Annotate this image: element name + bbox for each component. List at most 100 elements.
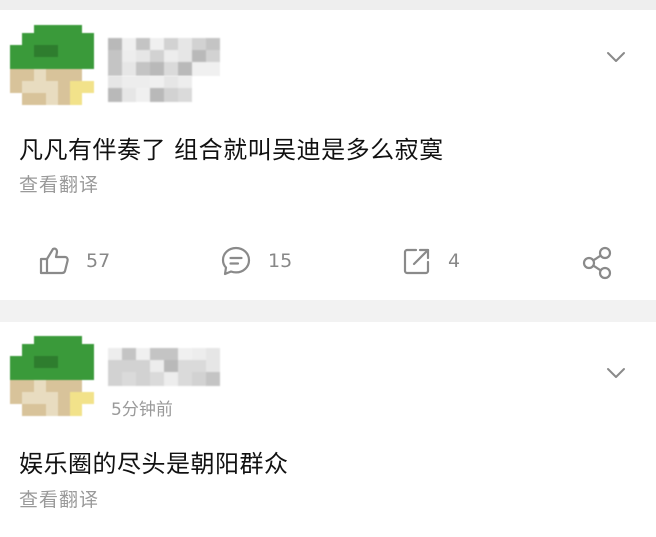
avatar-pixel xyxy=(82,356,94,368)
mosaic-block xyxy=(150,88,164,102)
avatar-pixel xyxy=(58,57,70,69)
avatar-pixel xyxy=(58,33,70,45)
avatar-pixel xyxy=(22,57,34,69)
avatar-pixel xyxy=(70,368,82,380)
avatar-pixel xyxy=(58,404,70,416)
username-pixelated[interactable] xyxy=(108,38,220,76)
mosaic-block xyxy=(164,88,178,102)
translate-link[interactable]: 查看翻译 xyxy=(19,485,99,512)
avatar-pixel xyxy=(10,368,22,380)
mosaic-block xyxy=(164,62,178,76)
mosaic-block xyxy=(122,88,136,102)
username-pixelated[interactable] xyxy=(108,348,220,386)
avatar-pixel xyxy=(10,69,22,81)
mosaic-block xyxy=(164,372,178,386)
share-icon[interactable] xyxy=(580,246,614,280)
avatar-pixel xyxy=(46,368,58,380)
avatar-pixel xyxy=(10,57,22,69)
mosaic-block xyxy=(136,88,150,102)
avatar-pixel xyxy=(34,336,46,344)
comment-card: 5分钟前 娱乐圈的尽头是朝阳群众 查看翻译 xyxy=(0,322,656,537)
like-button[interactable]: 57 xyxy=(38,241,110,281)
avatar-pixel xyxy=(70,25,82,33)
avatar-pixel xyxy=(70,45,82,57)
avatar-pixel xyxy=(22,81,34,93)
avatar-pixel xyxy=(22,380,34,392)
avatar-pixel xyxy=(82,392,94,404)
avatar-pixel xyxy=(58,69,70,81)
avatar-pixel xyxy=(70,392,82,404)
avatar-pixel xyxy=(70,57,82,69)
avatar-pixel xyxy=(46,57,58,69)
avatar-pixel xyxy=(22,404,34,416)
user-avatar[interactable] xyxy=(10,336,94,416)
mosaic-block xyxy=(178,372,192,386)
mosaic-block xyxy=(136,62,150,76)
mosaic-block xyxy=(122,62,136,76)
avatar-pixel xyxy=(34,368,46,380)
avatar-pixel xyxy=(46,69,58,81)
avatar-pixel xyxy=(58,392,70,404)
avatar-pixel xyxy=(70,69,82,81)
avatar-pixel xyxy=(34,392,46,404)
avatar-pixel xyxy=(58,368,70,380)
avatar-pixel xyxy=(22,93,34,105)
avatar-pixel xyxy=(58,336,70,344)
avatar-pixel xyxy=(34,45,46,57)
mosaic-block xyxy=(206,62,220,76)
avatar-pixel xyxy=(22,368,34,380)
avatar-pixel xyxy=(46,33,58,45)
comment-button[interactable]: 15 xyxy=(220,241,292,281)
translate-link[interactable]: 查看翻译 xyxy=(19,170,99,197)
avatar-pixel xyxy=(70,336,82,344)
avatar-pixel xyxy=(46,25,58,33)
avatar-pixel xyxy=(82,81,94,93)
avatar-pixel xyxy=(34,93,46,105)
avatar-pixel xyxy=(22,45,34,57)
avatar-pixel xyxy=(46,380,58,392)
avatar-pixel xyxy=(34,81,46,93)
avatar-pixel xyxy=(82,57,94,69)
chevron-down-icon[interactable] xyxy=(605,366,627,380)
mosaic-block xyxy=(108,62,122,76)
avatar-pixel xyxy=(22,33,34,45)
repost-button[interactable]: 4 xyxy=(402,241,460,281)
user-meta-pixelated xyxy=(108,76,192,102)
avatar-pixel xyxy=(46,392,58,404)
comment-text: 娱乐圈的尽头是朝阳群众 xyxy=(19,450,289,478)
mosaic-block xyxy=(178,62,192,76)
mosaic-block xyxy=(178,88,192,102)
avatar-pixel xyxy=(82,45,94,57)
avatar-pixel xyxy=(70,93,82,105)
repost-count: 4 xyxy=(448,250,461,272)
avatar-pixel xyxy=(46,93,58,105)
avatar-pixel xyxy=(58,344,70,356)
avatar-pixel xyxy=(10,380,22,392)
comment-card: 凡凡有伴奏了 组合就叫吴迪是多么寂寞 查看翻译 57 15 4 xyxy=(0,10,656,300)
comment-timestamp: 5分钟前 xyxy=(111,400,173,420)
avatar-pixel xyxy=(34,404,46,416)
avatar-pixel xyxy=(34,33,46,45)
avatar-pixel xyxy=(58,380,70,392)
avatar-pixel xyxy=(34,356,46,368)
avatar-pixel xyxy=(46,45,58,57)
mosaic-block xyxy=(192,372,206,386)
avatar-pixel xyxy=(70,380,82,392)
mosaic-block xyxy=(206,372,220,386)
avatar-pixel xyxy=(82,344,94,356)
avatar-pixel xyxy=(10,356,22,368)
avatar-pixel xyxy=(82,368,94,380)
avatar-pixel xyxy=(70,33,82,45)
avatar-pixel xyxy=(34,57,46,69)
avatar-pixel xyxy=(34,380,46,392)
user-avatar[interactable] xyxy=(10,25,94,105)
thumbs-up-icon xyxy=(39,247,69,275)
comment-text: 凡凡有伴奏了 组合就叫吴迪是多么寂寞 xyxy=(19,136,444,164)
avatar-pixel xyxy=(58,25,70,33)
repost-icon xyxy=(403,248,430,275)
avatar-pixel xyxy=(70,344,82,356)
avatar-pixel xyxy=(22,344,34,356)
chevron-down-icon[interactable] xyxy=(605,50,627,64)
comment-bubble-icon xyxy=(221,246,251,276)
top-band xyxy=(0,0,656,10)
